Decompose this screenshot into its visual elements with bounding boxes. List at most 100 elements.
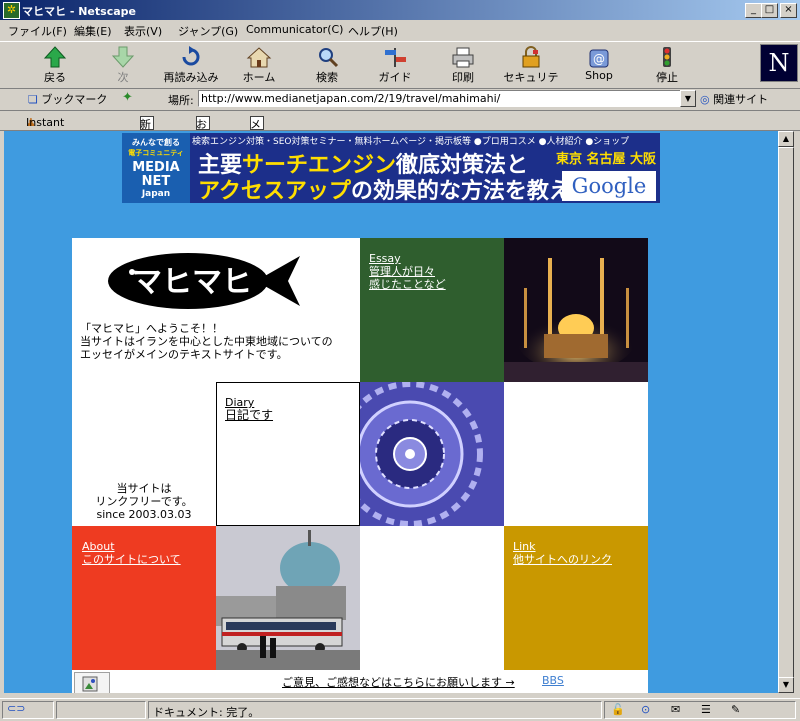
- about-link-title[interactable]: About: [82, 540, 181, 553]
- status-bar: ⊂⊃ ドキュメント: 完了。 🔓 ⊙ ✉ ☰ ✎: [0, 698, 800, 721]
- stop-button[interactable]: 停止: [636, 44, 698, 86]
- menu-go[interactable]: ジャンプ(G): [178, 23, 238, 39]
- mosque-bus-image: [216, 526, 360, 670]
- related-sites-label: 関連サイト: [713, 93, 769, 106]
- about-link-desc[interactable]: このサイトについて: [82, 553, 181, 566]
- forward-button[interactable]: 次: [92, 44, 154, 86]
- guide-button[interactable]: ガイド: [364, 44, 426, 86]
- personal-toolbar: ♟ Instant Message 新着 お勧め メンバーズ: [0, 110, 800, 195]
- location-label: 場所:: [168, 94, 194, 107]
- shop-button[interactable]: @ Shop: [568, 44, 630, 86]
- link-link-title[interactable]: Link: [513, 540, 612, 553]
- svg-text:@: @: [593, 52, 605, 66]
- since-date: since 2003.03.03: [96, 508, 192, 521]
- diary-link-desc[interactable]: 日記です: [225, 409, 273, 422]
- menu-view[interactable]: 表示(V): [124, 23, 162, 39]
- bookmark-icon: ❏: [28, 93, 38, 106]
- search-button[interactable]: 検索: [296, 44, 358, 86]
- badge-name-text: MEDIA NET: [132, 160, 180, 189]
- url-input[interactable]: http://www.medianetjapan.com/2/19/travel…: [198, 90, 682, 107]
- url-dropdown-icon[interactable]: ▼: [680, 90, 696, 107]
- lock-icon[interactable]: 🔓: [611, 703, 625, 716]
- welcome-line-3: エッセイがメインのテキストサイトです。: [80, 348, 288, 361]
- scroll-down-arrow-icon[interactable]: ▼: [778, 677, 794, 693]
- scroll-thumb[interactable]: [778, 147, 794, 679]
- discussion-icon[interactable]: ☰: [701, 703, 711, 716]
- banner-cities: 東京 名古屋 大阪: [556, 152, 657, 167]
- back-button[interactable]: 戻る: [24, 44, 86, 86]
- empty-cell: [504, 382, 648, 526]
- bookmarks-button[interactable]: ❏ ブックマーク: [28, 91, 107, 107]
- welcome-text: 「マヒマヒ」へようこそ！！ 当サイトはイランを中心とした中東地域についての エッ…: [80, 322, 340, 361]
- back-arrow-icon: [43, 46, 67, 68]
- minimize-button[interactable]: _: [745, 3, 762, 18]
- guide-icon: [385, 48, 406, 67]
- forward-arrow-icon: [111, 46, 135, 68]
- welcome-line-1: 「マヒマヒ」へようこそ！！: [80, 322, 223, 335]
- menu-file[interactable]: ファイル(F): [8, 23, 67, 39]
- night-mosque-photo: [504, 238, 648, 382]
- about-cell[interactable]: About このサイトについて: [72, 526, 216, 670]
- search-label: 検索: [316, 71, 338, 84]
- progress-bar: [56, 701, 146, 719]
- essay-cell[interactable]: Essay 管理人が日々 感じたことなど: [360, 238, 504, 382]
- mosque-bus-photo: [216, 526, 360, 670]
- component-bar: 🔓 ⊙ ✉ ☰ ✎: [604, 701, 796, 719]
- home-label: ホーム: [242, 71, 276, 84]
- page-content[interactable]: みんなで創る 電子コミュニティ MEDIA NET Japan 検索エンジン対策…: [4, 131, 778, 693]
- essay-link-line-1[interactable]: 管理人が日々: [369, 265, 446, 278]
- banner-ad[interactable]: みんなで創る 電子コミュニティ MEDIA NET Japan 検索エンジン対策…: [122, 133, 660, 203]
- linkfree-line-2: リンクフリーです。: [95, 495, 193, 508]
- maximize-button[interactable]: □: [761, 3, 778, 18]
- related-sites-button[interactable]: ◎ 関連サイト: [700, 91, 768, 107]
- feedback-row: ご意見、ご感想などはこちらにお願いします → BBS: [72, 670, 648, 693]
- title-bar[interactable]: ✲ マヒマヒ - Netscape _ □ ×: [0, 0, 800, 20]
- search-icon: [319, 48, 339, 68]
- feedback-text[interactable]: ご意見、ご感想などはこちらにお願いします →: [282, 674, 515, 690]
- fish-logo: マヒマヒ: [108, 253, 300, 309]
- close-button[interactable]: ×: [780, 3, 797, 18]
- menu-communicator[interactable]: Communicator(C): [246, 23, 343, 36]
- ceiling-pattern-image: [360, 382, 504, 526]
- night-mosque-image: [504, 238, 648, 382]
- window-title: マヒマヒ - Netscape: [22, 5, 136, 18]
- security-button[interactable]: セキュリティ: [500, 44, 562, 100]
- reload-icon: [182, 46, 200, 66]
- composer-icon[interactable]: ✎: [731, 703, 740, 716]
- diary-cell[interactable]: Diary 日記です: [216, 382, 360, 526]
- reload-button[interactable]: 再読み込み: [160, 44, 222, 86]
- vertical-scrollbar[interactable]: ▲ ▼: [778, 131, 794, 693]
- bookmarks-label: ブックマーク: [41, 93, 108, 106]
- essay-link-line-2[interactable]: 感じたことなど: [369, 278, 446, 291]
- navigation-toolbar: 戻る 次 再読み込み ホーム 検索 ガイド 印刷 セキュリティ @ Shop 停…: [0, 41, 800, 100]
- site-grid: マヒマヒ 「マヒマヒ」へようこそ！！ 当サイトはイランを中心とした中東地域につい…: [72, 238, 648, 693]
- menu-help[interactable]: ヘルプ(H): [348, 23, 398, 39]
- status-text: ドキュメント: 完了。: [153, 706, 260, 719]
- empty-cell: [360, 526, 504, 670]
- bbs-link[interactable]: BBS: [542, 674, 564, 687]
- ceiling-pattern-photo: [360, 382, 504, 526]
- print-button[interactable]: 印刷: [432, 44, 494, 86]
- scroll-up-arrow-icon[interactable]: ▲: [778, 131, 794, 147]
- linkfree-cell: 当サイトは リンクフリーです。 since 2003.03.03: [72, 382, 216, 526]
- menu-edit[interactable]: 編集(E): [74, 23, 112, 39]
- page-proxy-icon[interactable]: ✦: [122, 90, 133, 105]
- mail-icon[interactable]: ✉: [671, 703, 680, 716]
- home-button[interactable]: ホーム: [228, 44, 290, 86]
- link-cell[interactable]: Link 他サイトへのリンク: [504, 526, 648, 670]
- related-sites-icon: ◎: [700, 93, 710, 106]
- broken-image-icon: [74, 672, 110, 693]
- banner-top-links: 検索エンジン対策・SEO対策セミナー・無料ホームページ・掲示板等 ●プロ用コスメ…: [192, 137, 630, 147]
- connection-status: ⊂⊃: [2, 701, 54, 719]
- plug-icon: ⊂⊃: [7, 702, 26, 715]
- stop-icon: [663, 47, 671, 67]
- netscape-logo[interactable]: N: [760, 44, 798, 82]
- badge-top-text: みんなで創る: [132, 138, 180, 147]
- link-link-desc[interactable]: 他サイトへのリンク: [513, 553, 612, 566]
- essay-link-title[interactable]: Essay: [369, 252, 446, 265]
- reload-label: 再読み込み: [163, 71, 219, 84]
- forward-label: 次: [117, 71, 129, 84]
- linkfree-line-1: 当サイトは: [116, 482, 172, 495]
- shop-label: Shop: [585, 69, 613, 82]
- navigator-icon[interactable]: ⊙: [641, 703, 650, 716]
